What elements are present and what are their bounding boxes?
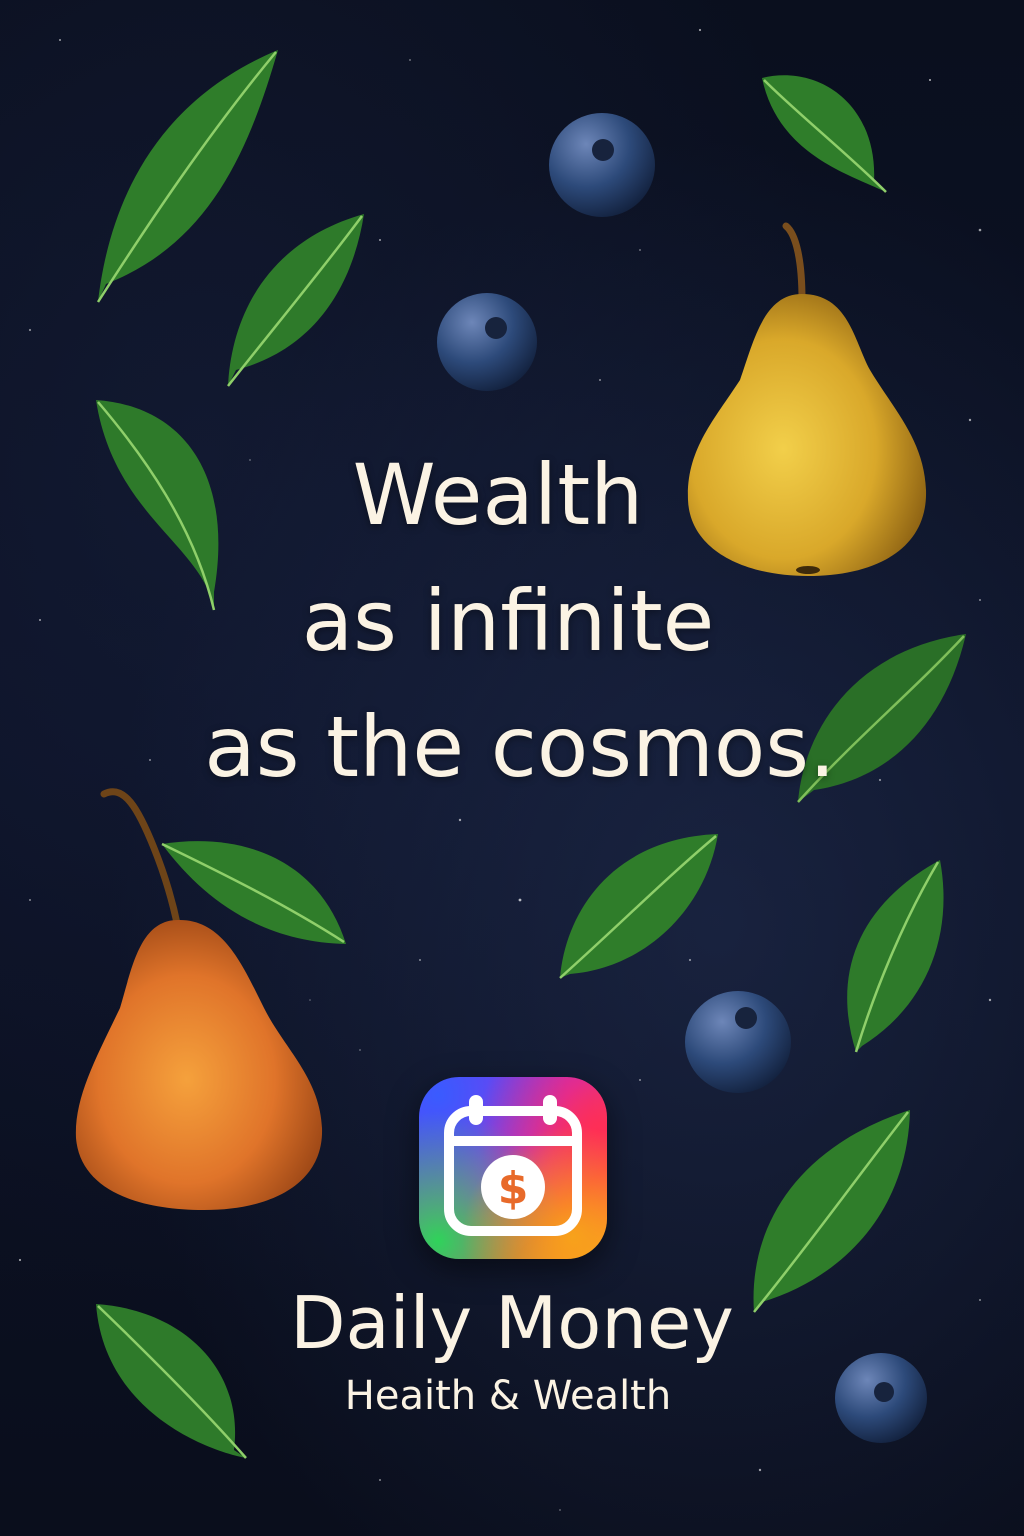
poster: Wealth as infinite as the cosmos. $ Dail… xyxy=(0,0,1024,1536)
leaf-icon xyxy=(762,75,887,193)
blueberry-icon xyxy=(437,293,537,391)
leaf-icon xyxy=(227,214,364,387)
app-name: Daily Money xyxy=(290,1281,734,1365)
app-tagline: Heaith & Wealth xyxy=(344,1373,672,1419)
calendar-dollar-icon: $ xyxy=(444,1095,582,1236)
leaf-icon xyxy=(847,860,944,1053)
headline-line-1: Wealth xyxy=(352,446,644,544)
app-icon[interactable]: $ xyxy=(419,1077,607,1259)
svg-text:$: $ xyxy=(498,1163,529,1214)
blueberry-icon xyxy=(549,113,655,217)
blueberry-icon xyxy=(685,991,791,1093)
headline-line-2: as infinite xyxy=(301,572,715,670)
headline: Wealth as infinite as the cosmos. xyxy=(0,432,1024,810)
pear-icon xyxy=(75,788,323,1210)
headline-line-3: as the cosmos. xyxy=(204,698,836,796)
leaf-icon xyxy=(559,834,718,979)
